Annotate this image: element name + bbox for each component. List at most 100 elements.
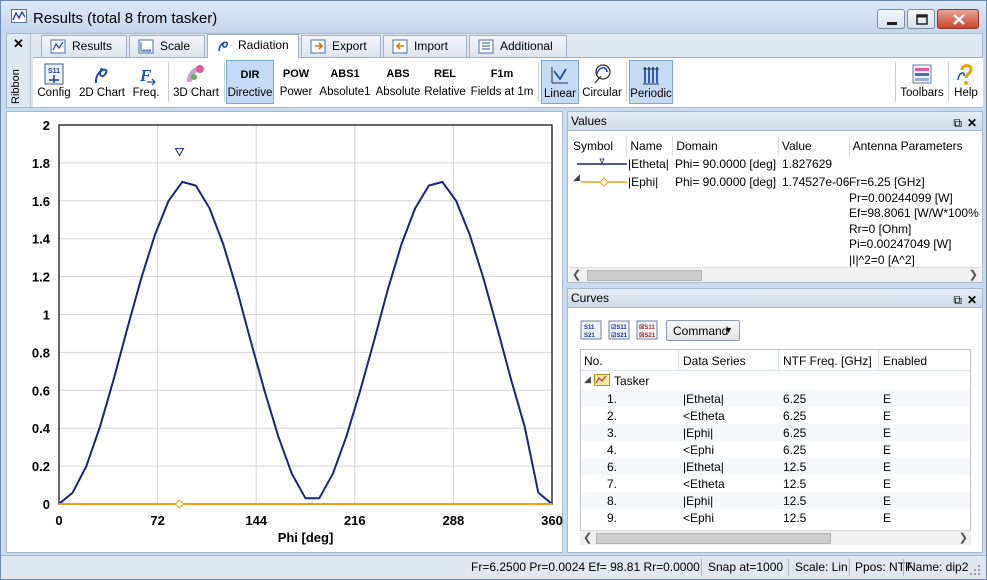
column-header[interactable]: Symbol bbox=[571, 136, 628, 156]
close-panel-icon[interactable]: ✕ bbox=[967, 114, 977, 132]
periodic-button[interactable]: Periodic bbox=[629, 60, 673, 104]
column-header[interactable]: NTF Freq. [GHz] bbox=[783, 354, 872, 368]
circular-button[interactable]: Circular bbox=[581, 60, 623, 104]
values-horizontal-scrollbar[interactable]: ❮ ❯ bbox=[569, 267, 981, 282]
title-bar[interactable]: Results (total 8 from tasker) bbox=[1, 1, 986, 33]
scrollbar-thumb[interactable] bbox=[587, 270, 702, 281]
resize-grip-icon[interactable] bbox=[969, 564, 981, 576]
scrollbar-thumb[interactable] bbox=[596, 533, 831, 544]
antenna-parameters: Fr=6.25 [GHz] Pr=0.00244099 [W] Ef=98.80… bbox=[849, 175, 979, 268]
table-row[interactable]: 2. <Etheta 6.25 E bbox=[581, 407, 970, 424]
close-panel-icon[interactable]: ✕ bbox=[967, 291, 977, 309]
scroll-left-icon[interactable]: ❮ bbox=[583, 531, 592, 544]
fields-at-1m-icon: F1m bbox=[490, 68, 514, 80]
maximize-button[interactable] bbox=[907, 9, 935, 29]
x-tick-label: 0 bbox=[55, 513, 62, 528]
value-domain: Phi= 90.0000 [deg] bbox=[675, 175, 777, 189]
minimize-button[interactable] bbox=[877, 9, 905, 29]
scroll-right-icon[interactable]: ❯ bbox=[959, 531, 968, 544]
tab-radiation[interactable]: Radiation bbox=[207, 34, 299, 58]
s-params-button[interactable]: S11 S21 bbox=[580, 320, 602, 340]
float-panel-icon[interactable]: ⧉ bbox=[953, 291, 962, 309]
curve-number: 7. bbox=[607, 477, 618, 491]
y-tick-label: 1.6 bbox=[32, 194, 50, 209]
column-header[interactable]: Name bbox=[626, 136, 674, 156]
close-window-button[interactable] bbox=[937, 9, 979, 29]
chart-2d-icon bbox=[94, 67, 108, 84]
antenna-param: Pi=0.00247049 [W] bbox=[849, 237, 952, 251]
column-header[interactable]: Domain bbox=[672, 136, 779, 156]
help-button[interactable]: Help bbox=[951, 60, 981, 104]
chart-3d-label: 3D Chart bbox=[172, 87, 220, 99]
s-params-check-button[interactable]: ☑S11 ☑S21 bbox=[608, 320, 630, 340]
export-icon bbox=[310, 39, 326, 54]
radiation-chart[interactable]: 0 0.2 0.4 0.6 0.8 1 1.2 1.4 1.6 1.8 2 0 72 144 216 288 3… bbox=[7, 112, 564, 554]
column-divider bbox=[778, 350, 779, 370]
x-tick-label: 144 bbox=[245, 513, 267, 528]
ribbon-close-button[interactable]: ✕ bbox=[13, 36, 24, 52]
curve-series: |Etheta| bbox=[683, 392, 724, 406]
absolute1-button[interactable]: ABS1 Absolute1 bbox=[317, 60, 373, 104]
directive-button[interactable]: DIR Directive bbox=[226, 60, 274, 104]
column-header[interactable]: Data Series bbox=[683, 354, 746, 368]
table-row[interactable]: 9. <Ephi 12.5 E bbox=[581, 509, 970, 526]
relative-button[interactable]: REL Relative bbox=[423, 60, 467, 104]
y-tick-label: 2 bbox=[43, 118, 50, 133]
toolbar-separator bbox=[538, 62, 539, 102]
curve-series: |Ephi| bbox=[683, 494, 714, 508]
tree-group-tasker[interactable]: ◢ Tasker bbox=[581, 372, 970, 390]
column-header[interactable]: Enabled bbox=[883, 354, 927, 368]
table-row[interactable]: 4. <Ephi 6.25 E bbox=[581, 441, 970, 458]
fields-at-1m-button[interactable]: F1m Fields at 1m bbox=[469, 60, 535, 104]
chart-2d-button[interactable]: 2D Chart bbox=[77, 60, 127, 104]
curves-horizontal-scrollbar[interactable]: ❮ ❯ bbox=[580, 530, 971, 545]
s-params-uncheck-icon: ☒S11 ☒S21 bbox=[636, 320, 658, 340]
chart-3d-button[interactable]: 3D Chart bbox=[171, 60, 221, 104]
curve-series: <Etheta bbox=[683, 409, 725, 423]
absolute-button[interactable]: ABS Absolute bbox=[375, 60, 421, 104]
chart-pane[interactable]: 0 0.2 0.4 0.6 0.8 1 1.2 1.4 1.6 1.8 2 0 72 144 216 288 3… bbox=[6, 111, 563, 553]
tab-export[interactable]: Export bbox=[301, 35, 381, 57]
freq-button[interactable]: F Freq. bbox=[129, 60, 163, 104]
column-header[interactable]: Antenna Parameters bbox=[849, 136, 979, 156]
tab-results[interactable]: Results bbox=[41, 35, 127, 57]
close-icon bbox=[953, 14, 965, 25]
toolbars-icon bbox=[912, 64, 932, 84]
float-panel-icon[interactable]: ⧉ bbox=[953, 114, 962, 132]
curve-number: 8. bbox=[607, 494, 618, 508]
power-button[interactable]: POW Power bbox=[277, 60, 315, 104]
table-row[interactable]: 6. |Etheta| 12.5 E bbox=[581, 458, 970, 475]
curve-enabled: E bbox=[883, 494, 892, 508]
curves-panel: Curves ⧉ ✕ S11 S21 ☑S11 ☑S21 ☒S11 ☒S21 C… bbox=[567, 288, 983, 553]
s-params-uncheck-button[interactable]: ☒S11 ☒S21 bbox=[636, 320, 658, 340]
scroll-right-icon[interactable]: ❯ bbox=[969, 268, 978, 281]
linear-icon bbox=[551, 67, 568, 84]
tab-additional[interactable]: Additional bbox=[469, 35, 567, 57]
power-icon: POW bbox=[282, 68, 310, 80]
linear-button[interactable]: Linear bbox=[541, 60, 579, 104]
table-row[interactable]: 3. |Ephi| 6.25 E bbox=[581, 424, 970, 441]
expand-arrow-icon[interactable]: ◢ bbox=[573, 172, 580, 183]
x-tick-label: 288 bbox=[443, 513, 465, 528]
toolbars-button[interactable]: Toolbars bbox=[899, 60, 945, 104]
config-button[interactable]: S11 Config bbox=[35, 60, 73, 104]
value-value: 1.827629 bbox=[782, 157, 833, 171]
table-row[interactable]: 8. |Ephi| 12.5 E bbox=[581, 492, 970, 509]
fields-at-1m-label: Fields at 1m bbox=[470, 86, 534, 98]
table-row[interactable]: 7. <Etheta 12.5 E bbox=[581, 475, 970, 492]
x-axis-label: Phi [deg] bbox=[278, 530, 334, 545]
tab-import[interactable]: Import bbox=[383, 35, 467, 57]
maximize-icon bbox=[916, 14, 928, 25]
value-domain: Phi= 90.0000 [deg] bbox=[675, 157, 777, 171]
scroll-left-icon[interactable]: ❮ bbox=[572, 268, 581, 281]
column-header[interactable]: No. bbox=[584, 354, 603, 368]
table-row[interactable]: 1. |Etheta| 6.25 E bbox=[581, 390, 970, 407]
column-divider bbox=[678, 350, 679, 370]
collapse-arrow-icon[interactable]: ◢ bbox=[584, 374, 591, 385]
absolute1-icon: ABS1 bbox=[330, 68, 360, 80]
tab-scale[interactable]: Scale bbox=[129, 35, 205, 57]
command-dropdown[interactable]: Command ▼ bbox=[666, 320, 740, 341]
absolute1-label: Absolute1 bbox=[319, 86, 371, 98]
column-header[interactable]: Value bbox=[778, 136, 850, 156]
tab-label: Export bbox=[332, 39, 367, 53]
